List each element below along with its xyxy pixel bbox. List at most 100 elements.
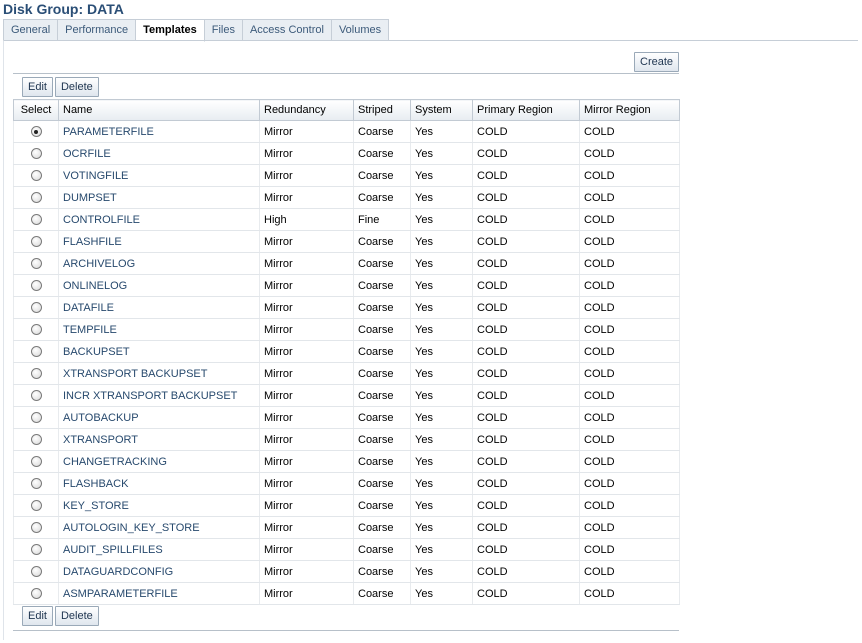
redundancy-cell: Mirror [259, 252, 354, 275]
template-name-link[interactable]: XTRANSPORT [63, 434, 138, 446]
select-radio[interactable] [30, 522, 42, 534]
tab-volumes[interactable]: Volumes [331, 19, 390, 41]
template-name-link[interactable]: ONLINELOG [63, 280, 127, 292]
select-radio[interactable] [30, 126, 42, 138]
table-row: TEMPFILE Mirror Coarse Yes COLD COLD [13, 318, 680, 341]
template-name-link[interactable]: CHANGETRACKING [63, 456, 167, 468]
template-name-link[interactable]: AUTOBACKUP [63, 412, 139, 424]
select-radio[interactable] [30, 258, 42, 270]
template-name-link[interactable]: ASMPARAMETERFILE [63, 588, 178, 600]
tab-access-control[interactable]: Access Control [242, 19, 332, 41]
select-radio[interactable] [30, 214, 42, 226]
primary-region-cell: COLD [472, 186, 580, 209]
select-radio[interactable] [30, 544, 42, 556]
template-name-link[interactable]: XTRANSPORT BACKUPSET [63, 368, 207, 380]
tab-general[interactable]: General [3, 19, 59, 41]
redundancy-cell: Mirror [259, 450, 354, 473]
name-cell: CONTROLFILE [58, 208, 260, 231]
template-name-link[interactable]: FLASHFILE [63, 236, 122, 248]
redundancy-cell: Mirror [259, 296, 354, 319]
template-name-link[interactable]: PARAMETERFILE [63, 126, 154, 138]
table-row: CHANGETRACKING Mirror Coarse Yes COLD COLD [13, 450, 680, 473]
name-cell: AUTOBACKUP [58, 406, 260, 429]
select-cell [13, 340, 59, 363]
select-radio[interactable] [30, 280, 42, 292]
system-cell: Yes [410, 538, 473, 561]
table-header-row: Select Name Redundancy Striped System Pr… [13, 99, 680, 121]
divider-bottom [13, 630, 679, 631]
mirror-region-cell: COLD [579, 120, 680, 143]
column-header-name[interactable]: Name [58, 99, 260, 121]
table-row: CONTROLFILE High Fine Yes COLD COLD [13, 208, 680, 231]
column-header-primary-region[interactable]: Primary Region [472, 99, 580, 121]
select-cell [13, 582, 59, 605]
template-name-link[interactable]: INCR XTRANSPORT BACKUPSET [63, 390, 237, 402]
mirror-region-cell: COLD [579, 472, 680, 495]
select-cell [13, 384, 59, 407]
template-name-link[interactable]: DATAGUARDCONFIG [63, 566, 173, 578]
select-radio[interactable] [30, 478, 42, 490]
template-name-link[interactable]: OCRFILE [63, 148, 111, 160]
select-radio[interactable] [30, 148, 42, 160]
select-radio[interactable] [30, 236, 42, 248]
select-cell [13, 318, 59, 341]
table-row: AUDIT_SPILLFILES Mirror Coarse Yes COLD COLD [13, 538, 680, 561]
striped-cell: Coarse [353, 296, 411, 319]
striped-cell: Coarse [353, 406, 411, 429]
name-cell: XTRANSPORT [58, 428, 260, 451]
template-name-link[interactable]: CONTROLFILE [63, 214, 140, 226]
name-cell: XTRANSPORT BACKUPSET [58, 362, 260, 385]
striped-cell: Coarse [353, 164, 411, 187]
edit-button-bottom[interactable]: Edit [22, 606, 53, 626]
select-radio[interactable] [30, 390, 42, 402]
name-cell: AUTOLOGIN_KEY_STORE [58, 516, 260, 539]
template-name-link[interactable]: DATAFILE [63, 302, 114, 314]
delete-button-bottom[interactable]: Delete [54, 606, 99, 626]
system-cell: Yes [410, 340, 473, 363]
tab-templates[interactable]: Templates [136, 19, 205, 42]
column-header-redundancy[interactable]: Redundancy [259, 99, 354, 121]
template-name-link[interactable]: AUTOLOGIN_KEY_STORE [63, 522, 200, 534]
template-name-link[interactable]: AUDIT_SPILLFILES [63, 544, 163, 556]
select-radio[interactable] [30, 456, 42, 468]
system-cell: Yes [410, 582, 473, 605]
template-name-link[interactable]: DUMPSET [63, 192, 117, 204]
select-radio[interactable] [30, 412, 42, 424]
template-name-link[interactable]: FLASHBACK [63, 478, 128, 490]
edit-button-top[interactable]: Edit [22, 77, 53, 97]
select-radio[interactable] [30, 500, 42, 512]
column-header-mirror-region[interactable]: Mirror Region [579, 99, 680, 121]
template-name-link[interactable]: KEY_STORE [63, 500, 129, 512]
column-header-system[interactable]: System [410, 99, 473, 121]
template-name-link[interactable]: VOTINGFILE [63, 170, 128, 182]
redundancy-cell: Mirror [259, 274, 354, 297]
mirror-region-cell: COLD [579, 538, 680, 561]
select-radio[interactable] [30, 566, 42, 578]
select-radio[interactable] [30, 192, 42, 204]
select-radio[interactable] [30, 434, 42, 446]
system-cell: Yes [410, 230, 473, 253]
select-radio[interactable] [30, 346, 42, 358]
column-header-striped[interactable]: Striped [353, 99, 411, 121]
tab-performance[interactable]: Performance [58, 19, 137, 41]
striped-cell: Coarse [353, 560, 411, 583]
select-radio[interactable] [30, 368, 42, 380]
mirror-region-cell: COLD [579, 142, 680, 165]
tab-files[interactable]: Files [204, 19, 243, 41]
create-button[interactable]: Create [634, 52, 680, 72]
select-radio[interactable] [30, 170, 42, 182]
delete-button-top[interactable]: Delete [54, 77, 99, 97]
redundancy-cell: Mirror [259, 120, 354, 143]
table-row: ARCHIVELOG Mirror Coarse Yes COLD COLD [13, 252, 680, 275]
select-radio[interactable] [30, 302, 42, 314]
primary-region-cell: COLD [472, 538, 580, 561]
select-radio[interactable] [30, 324, 42, 336]
primary-region-cell: COLD [472, 164, 580, 187]
mirror-region-cell: COLD [579, 384, 680, 407]
primary-region-cell: COLD [472, 516, 580, 539]
select-radio[interactable] [30, 588, 42, 600]
table-row: XTRANSPORT BACKUPSET Mirror Coarse Yes COLD C… [13, 362, 680, 385]
template-name-link[interactable]: ARCHIVELOG [63, 258, 135, 270]
template-name-link[interactable]: TEMPFILE [63, 324, 117, 336]
template-name-link[interactable]: BACKUPSET [63, 346, 130, 358]
